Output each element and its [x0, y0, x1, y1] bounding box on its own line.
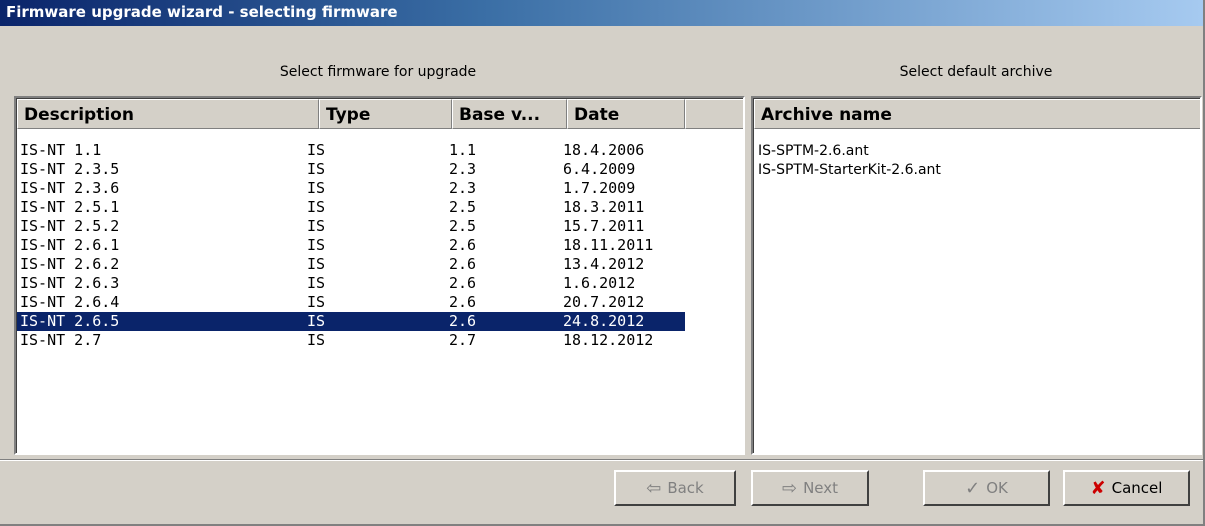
table-cell-type: IS	[307, 217, 326, 235]
column-header-date[interactable]: Date	[567, 99, 685, 129]
table-cell-base: 2.5	[449, 217, 477, 235]
next-button[interactable]: ⇨ Next	[751, 470, 869, 506]
table-cell-description: IS-NT 2.6.3	[20, 274, 120, 292]
table-row[interactable]: IS-NT 2.6.3 IS 2.6 1.6.2012	[17, 274, 737, 293]
table-cell-description: IS-NT 2.3.5	[20, 160, 120, 178]
column-header-description[interactable]: Description	[17, 99, 319, 129]
column-header-type[interactable]: Type	[319, 99, 452, 129]
table-cell-type: IS	[307, 198, 326, 216]
table-cell-date: 18.3.2011	[563, 198, 645, 216]
table-cell-base: 1.1	[449, 141, 477, 159]
table-cell-base: 2.7	[449, 331, 477, 349]
archive-list[interactable]: Archive name IS-SPTM-2.6.ant IS-SPTM-Sta…	[751, 96, 1202, 455]
table-cell-type: IS	[307, 236, 326, 254]
table-cell-base: 2.5	[449, 198, 477, 216]
firmware-panel-header: Select firmware for upgrade	[279, 64, 477, 80]
column-header-archive-name[interactable]: Archive name	[754, 99, 1200, 129]
column-header-filler	[685, 99, 743, 129]
table-cell-description: IS-NT 2.3.6	[20, 179, 120, 197]
arrow-left-icon: ⇦	[646, 477, 662, 499]
table-cell-base: 2.3	[449, 160, 477, 178]
table-cell-description: IS-NT 1.1	[20, 141, 102, 159]
column-header-base-version[interactable]: Base v...	[452, 99, 567, 129]
table-row[interactable]: IS-NT 2.5.2 IS 2.5 15.7.2011	[17, 217, 737, 236]
table-row[interactable]: IS-NT 2.3.6 IS 2.3 1.7.2009	[17, 179, 737, 198]
table-cell-description: IS-NT 2.5.2	[20, 217, 120, 235]
table-cell-description: IS-NT 2.7	[20, 331, 102, 349]
red-x-icon: ✘	[1090, 477, 1106, 499]
table-row[interactable]: IS-NT 2.6.2 IS 2.6 13.4.2012	[17, 255, 737, 274]
table-cell-type: IS	[307, 331, 326, 349]
table-cell-type: IS	[307, 293, 326, 311]
table-cell-description: IS-NT 2.6.1	[20, 236, 120, 254]
window-title: Firmware upgrade wizard - selecting firm…	[6, 3, 398, 21]
table-cell-type: IS	[307, 179, 326, 197]
table-cell-type: IS	[307, 312, 326, 330]
firmware-list[interactable]: Description Type Base v... Date IS-NT 1.…	[14, 96, 745, 455]
title-bar[interactable]: Firmware upgrade wizard - selecting firm…	[0, 0, 1203, 26]
table-cell-date: 1.6.2012	[563, 274, 636, 292]
table-cell-base: 2.6	[449, 274, 477, 292]
table-cell-description: IS-NT 2.6.5	[20, 312, 120, 330]
table-cell-date: 6.4.2009	[563, 160, 636, 178]
divider	[0, 459, 1203, 461]
table-cell-base: 2.6	[449, 293, 477, 311]
table-row[interactable]: IS-NT 2.6.1 IS 2.6 18.11.2011	[17, 236, 737, 255]
back-button-label: Back	[667, 479, 704, 497]
back-button[interactable]: ⇦ Back	[614, 470, 736, 506]
table-row[interactable]: IS-NT 1.1 IS 1.1 18.4.2006	[17, 141, 737, 160]
table-cell-date: 20.7.2012	[563, 293, 645, 311]
table-cell-date: 18.11.2011	[563, 236, 654, 254]
table-cell-base: 2.3	[449, 179, 477, 197]
table-cell-type: IS	[307, 255, 326, 273]
ok-button-label: OK	[986, 479, 1008, 497]
table-row[interactable]: IS-NT 2.7 IS 2.7 18.12.2012	[17, 331, 737, 350]
table-cell-base: 2.6	[449, 312, 477, 330]
table-row[interactable]: IS-NT 2.6.4 IS 2.6 20.7.2012	[17, 293, 737, 312]
cancel-button[interactable]: ✘ Cancel	[1063, 470, 1190, 506]
table-cell-description: IS-NT 2.6.2	[20, 255, 120, 273]
cancel-button-label: Cancel	[1111, 479, 1163, 497]
table-cell-date: 13.4.2012	[563, 255, 645, 273]
wizard-window: Firmware upgrade wizard - selecting firm…	[0, 0, 1205, 526]
next-button-label: Next	[803, 479, 839, 497]
table-cell-base: 2.6	[449, 236, 477, 254]
table-cell-date: 18.4.2006	[563, 141, 645, 159]
table-cell-date: 1.7.2009	[563, 179, 636, 197]
table-row[interactable]: IS-NT 2.6.5 IS 2.6 24.8.2012	[17, 312, 685, 331]
table-cell-date: 15.7.2011	[563, 217, 645, 235]
list-item-archive[interactable]: IS-SPTM-StarterKit-2.6.ant	[758, 161, 941, 180]
table-cell-type: IS	[307, 160, 326, 178]
table-cell-date: 24.8.2012	[563, 312, 645, 330]
ok-button[interactable]: ✓ OK	[923, 470, 1050, 506]
table-cell-date: 18.12.2012	[563, 331, 654, 349]
arrow-right-icon: ⇨	[781, 477, 798, 499]
archive-panel-header: Select default archive	[899, 64, 1053, 80]
table-cell-type: IS	[307, 274, 326, 292]
checkmark-icon: ✓	[965, 477, 981, 499]
table-row[interactable]: IS-NT 2.3.5 IS 2.3 6.4.2009	[17, 160, 737, 179]
list-item-archive[interactable]: IS-SPTM-2.6.ant	[758, 142, 869, 161]
table-row[interactable]: IS-NT 2.5.1 IS 2.5 18.3.2011	[17, 198, 737, 217]
table-cell-type: IS	[307, 141, 326, 159]
table-cell-base: 2.6	[449, 255, 477, 273]
table-cell-description: IS-NT 2.6.4	[20, 293, 120, 311]
table-cell-description: IS-NT 2.5.1	[20, 198, 120, 216]
